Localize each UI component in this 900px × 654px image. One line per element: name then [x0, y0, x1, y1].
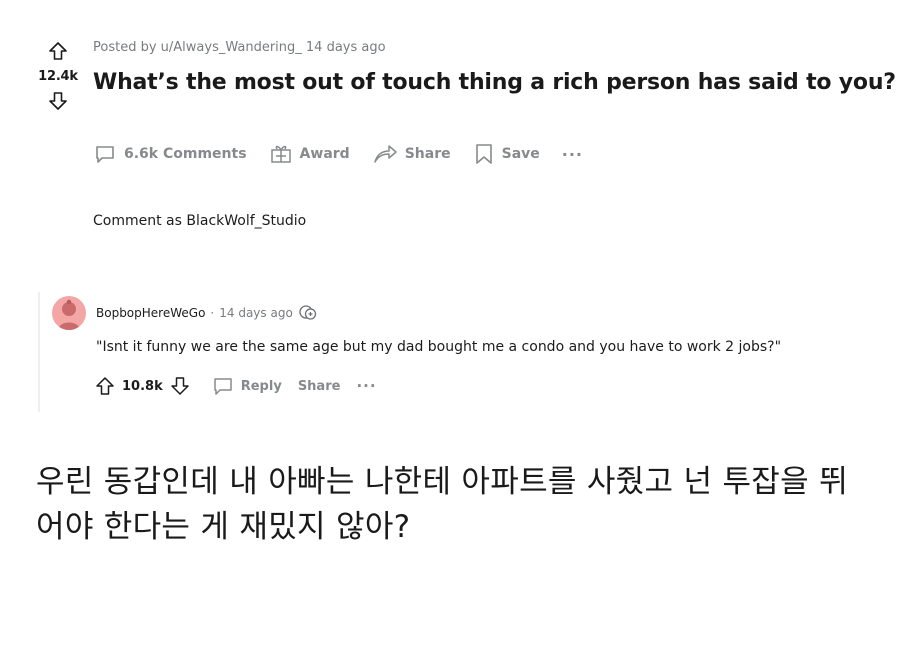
downvote-icon[interactable] — [47, 90, 69, 112]
thread-line[interactable] — [38, 292, 40, 412]
comment-header: BopbopHereWeGo · 14 days ago — [96, 304, 318, 322]
avatar[interactable] — [52, 296, 86, 330]
save-icon — [475, 144, 492, 164]
upvote-icon[interactable] — [47, 40, 69, 62]
post-actions: 6.6k Comments Award Share Save ··· — [93, 142, 605, 166]
award-button[interactable]: Award — [269, 142, 350, 166]
comments-button[interactable]: 6.6k Comments — [93, 142, 247, 166]
share-icon — [373, 145, 397, 163]
post-vote-column: 12.4k — [34, 40, 82, 112]
comment-upvote-icon[interactable] — [94, 375, 116, 397]
korean-caption: 우린 동갑인데 내 아빠는 나한테 아파트를 사줬고 넌 투잡을 뛰어야 한다는… — [36, 464, 848, 545]
comment-time[interactable]: 14 days ago — [219, 306, 293, 320]
reply-button[interactable]: Reply — [211, 374, 282, 398]
more-options-button[interactable]: ··· — [562, 145, 583, 164]
more-icon: ··· — [561, 144, 583, 164]
comment-icon — [96, 146, 114, 163]
comment-downvote-icon[interactable] — [169, 375, 191, 397]
comment-score: 10.8k — [122, 378, 163, 394]
award-badge-icon[interactable] — [298, 304, 318, 322]
post-meta[interactable]: Posted by u/Always_Wandering_ 14 days ag… — [93, 40, 386, 55]
comment-actions: 10.8k Reply Share ··· — [94, 374, 377, 398]
comment-as-label: Comment as BlackWolf_Studio — [93, 213, 307, 229]
comment-body: "Isnt it funny we are the same age but m… — [96, 339, 782, 355]
meta-separator: · — [210, 306, 215, 320]
award-icon — [270, 145, 291, 163]
comments-label: 6.6k Comments — [124, 146, 247, 162]
comment-username[interactable]: BopbopHereWeGo — [96, 306, 205, 320]
share-button[interactable]: Share — [372, 142, 451, 166]
avatar-figure-icon — [58, 299, 80, 330]
save-button[interactable]: Save — [473, 142, 540, 166]
post-score: 12.4k — [38, 69, 78, 84]
comment-more-button[interactable]: ··· — [356, 377, 376, 395]
reply-label: Reply — [240, 378, 282, 394]
share-label: Share — [404, 146, 451, 162]
comment-share-button[interactable]: Share — [298, 379, 341, 394]
award-label: Award — [299, 146, 350, 162]
post-title[interactable]: What’s the most out of touch thing a ric… — [93, 70, 896, 95]
reply-icon — [213, 378, 232, 395]
save-label: Save — [501, 146, 540, 162]
